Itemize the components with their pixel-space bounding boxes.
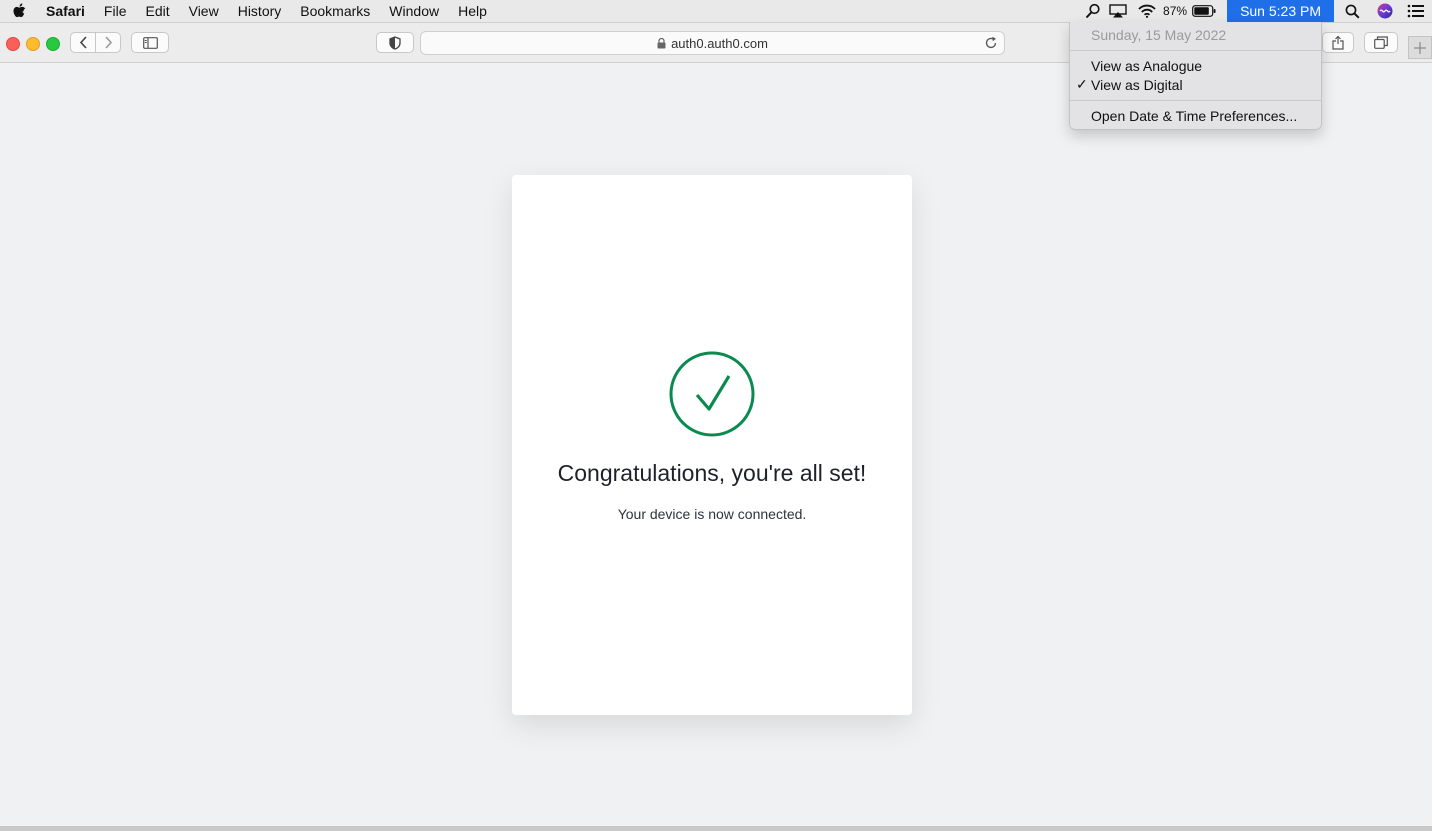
clock-menu: Sunday, 15 May 2022 View as Analogue ✓ V…: [1069, 22, 1322, 130]
page-title: Congratulations, you're all set!: [557, 460, 867, 486]
address-bar[interactable]: auth0.auth0.com: [420, 31, 1005, 55]
clock-menu-date: Sunday, 15 May 2022: [1091, 27, 1227, 43]
siri-icon[interactable]: [1370, 0, 1400, 22]
tab-overview-button[interactable]: [1364, 32, 1398, 53]
sidebar-icon: [142, 36, 158, 49]
menu-file[interactable]: File: [104, 3, 127, 19]
battery-icon[interactable]: [1191, 0, 1217, 22]
chevron-left-icon: [79, 36, 87, 49]
menu-item-date-time-preferences[interactable]: Open Date & Time Preferences...: [1091, 108, 1297, 124]
menu-bar: Safari File Edit View History Bookmarks …: [0, 0, 1432, 23]
menu-clock[interactable]: Sun 5:23 PM: [1227, 0, 1334, 22]
zoom-window-button[interactable]: [46, 37, 60, 51]
menu-safari[interactable]: Safari: [46, 3, 85, 19]
plus-icon: [1414, 41, 1426, 54]
forward-button[interactable]: [95, 32, 121, 53]
status-area: 87% Sun 5:23 PM: [1083, 0, 1432, 22]
magnifier-status-icon[interactable]: [1083, 0, 1103, 22]
sidebar-toggle-button[interactable]: [131, 32, 169, 53]
menu-history[interactable]: History: [238, 3, 282, 19]
checkmark-circle-icon: [669, 351, 755, 437]
menu-view[interactable]: View: [189, 3, 219, 19]
menu-edit[interactable]: Edit: [145, 3, 169, 19]
spotlight-icon[interactable]: [1334, 0, 1370, 22]
shield-icon: [389, 35, 401, 50]
checkmark-icon: ✓: [1076, 76, 1088, 92]
success-card: Congratulations, you're all set! Your de…: [512, 175, 912, 715]
menu-item-view-digital[interactable]: View as Digital: [1091, 77, 1183, 93]
apple-icon[interactable]: [12, 2, 30, 20]
new-tab-button[interactable]: [1408, 36, 1432, 59]
minimize-window-button[interactable]: [26, 37, 40, 51]
menu-item-view-analogue[interactable]: View as Analogue: [1091, 58, 1202, 74]
menu-bookmarks[interactable]: Bookmarks: [300, 3, 370, 19]
menu-help[interactable]: Help: [458, 3, 487, 19]
airplay-icon[interactable]: [1103, 0, 1133, 22]
url-text: auth0.auth0.com: [671, 35, 768, 51]
share-icon: [1332, 35, 1344, 50]
privacy-report-button[interactable]: [376, 32, 414, 53]
wifi-icon[interactable]: [1133, 0, 1161, 22]
battery-percent: 87%: [1163, 4, 1188, 18]
chevron-right-icon: [104, 36, 112, 49]
menu-separator: [1070, 100, 1321, 101]
close-window-button[interactable]: [6, 37, 20, 51]
back-button[interactable]: [70, 32, 96, 53]
lock-icon: [657, 37, 666, 49]
menu-separator: [1070, 50, 1321, 51]
share-button[interactable]: [1322, 32, 1354, 53]
tabs-icon: [1374, 36, 1388, 49]
menu-window[interactable]: Window: [389, 3, 439, 19]
control-list-icon[interactable]: [1400, 0, 1432, 22]
window-bottom-edge: [0, 826, 1432, 831]
reload-icon[interactable]: [984, 36, 998, 50]
page-subtitle: Your device is now connected.: [617, 506, 807, 522]
